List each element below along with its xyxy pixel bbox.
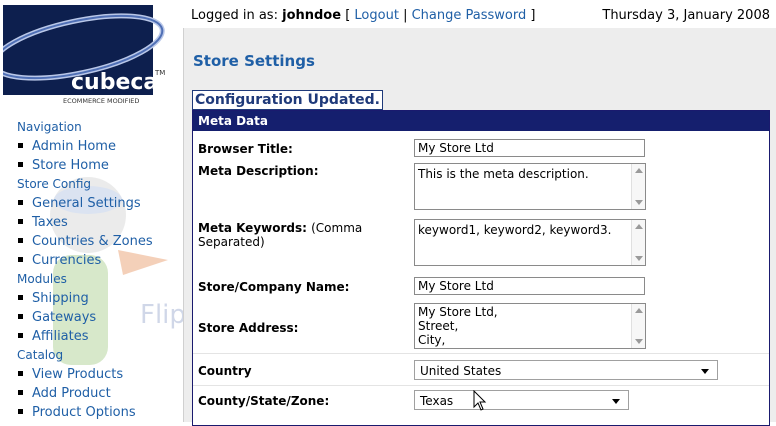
- scrollbar[interactable]: [631, 304, 645, 348]
- sidebar-item-store-home[interactable]: Store Home: [0, 156, 183, 175]
- status-notice: Configuration Updated.: [192, 90, 383, 110]
- meta-keywords-text: keyword1, keyword2, keyword3.: [418, 223, 612, 237]
- bullet-icon: [18, 219, 23, 224]
- username: johndoe: [282, 8, 342, 23]
- logout-link[interactable]: Logout: [354, 8, 399, 23]
- sidebar-item-add-product[interactable]: Add Product: [0, 384, 183, 403]
- meta-description-label: Meta Description:: [198, 164, 319, 178]
- sidebar-item-shipping[interactable]: Shipping: [0, 289, 183, 308]
- county-selected-value: Texas: [420, 394, 454, 408]
- county-label: County/State/Zone:: [198, 394, 330, 408]
- bracket-open: [: [345, 8, 351, 23]
- row-divider: [193, 353, 769, 354]
- bullet-icon: [18, 333, 23, 338]
- sidebar-nav: Navigation Admin Home Store Home Store C…: [0, 118, 183, 422]
- sidebar-item-currencies[interactable]: Currencies: [0, 251, 183, 270]
- nav-heading-modules: Modules: [17, 272, 67, 286]
- logged-in-prefix: Logged in as:: [191, 8, 278, 23]
- current-date: Thursday 3, January 2008: [602, 8, 770, 23]
- bullet-icon: [18, 390, 23, 395]
- store-address-textarea[interactable]: My Store Ltd, Street, City,: [414, 303, 646, 349]
- store-address-text: My Store Ltd, Street, City,: [418, 305, 498, 347]
- sidebar-item-admin-home[interactable]: Admin Home: [0, 137, 183, 156]
- meta-description-textarea[interactable]: This is the meta description.: [414, 163, 646, 210]
- scroll-up-icon[interactable]: [635, 168, 643, 173]
- chevron-down-icon[interactable]: [612, 399, 620, 404]
- nav-heading-catalog: Catalog: [17, 348, 64, 362]
- county-select[interactable]: Texas: [414, 390, 629, 410]
- country-label: Country: [198, 364, 252, 378]
- bullet-icon: [18, 143, 23, 148]
- meta-keywords-label: Meta Keywords: (Comma Separated): [198, 221, 398, 249]
- chevron-down-icon[interactable]: [701, 369, 709, 374]
- bullet-icon: [18, 295, 23, 300]
- meta-description-text: This is the meta description.: [418, 167, 589, 181]
- panel-header: Meta Data: [193, 111, 769, 131]
- meta-keywords-textarea[interactable]: keyword1, keyword2, keyword3.: [414, 219, 646, 266]
- mouse-cursor-icon: [473, 390, 487, 411]
- browser-title-label: Browser Title:: [198, 142, 293, 156]
- country-selected-value: United States: [420, 364, 502, 378]
- scroll-down-icon[interactable]: [635, 339, 643, 344]
- sidebar-item-countries-zones[interactable]: Countries & Zones: [0, 232, 183, 251]
- bullet-icon: [18, 314, 23, 319]
- scrollbar[interactable]: [631, 164, 645, 209]
- login-status: Logged in as: johndoe [ Logout | Change …: [191, 8, 535, 23]
- bullet-icon: [18, 162, 23, 167]
- logo-tagline: ECOMMERCE MODIFIED: [63, 97, 139, 105]
- cubecart-logo[interactable]: cubecart TM ECOMMERCE MODIFIED: [3, 5, 183, 105]
- row-divider: [193, 385, 769, 386]
- sidebar-item-affiliates[interactable]: Affiliates: [0, 327, 183, 346]
- sidebar-item-gateways[interactable]: Gateways: [0, 308, 183, 327]
- sidebar-item-taxes[interactable]: Taxes: [0, 213, 183, 232]
- browser-title-input[interactable]: My Store Ltd: [414, 139, 645, 157]
- page-title: Store Settings: [193, 52, 315, 70]
- sidebar-item-product-options[interactable]: Product Options: [0, 403, 183, 422]
- top-bar: Logged in as: johndoe [ Logout | Change …: [183, 0, 776, 28]
- scrollbar[interactable]: [631, 220, 645, 265]
- main-content: Store Settings Configuration Updated. Me…: [183, 28, 776, 426]
- meta-keywords-label-text: Meta Keywords:: [198, 221, 307, 235]
- scroll-up-icon[interactable]: [635, 224, 643, 229]
- bullet-icon: [18, 257, 23, 262]
- bracket-close: ]: [530, 8, 536, 23]
- separator: |: [403, 8, 408, 23]
- store-address-label: Store Address:: [198, 321, 299, 335]
- bullet-icon: [18, 200, 23, 205]
- bullet-icon: [18, 371, 23, 376]
- meta-data-panel: Meta Data Browser Title: My Store Ltd Me…: [192, 110, 770, 426]
- scroll-down-icon[interactable]: [635, 200, 643, 205]
- sidebar-item-general-settings[interactable]: General Settings: [0, 194, 183, 213]
- sidebar-item-view-products[interactable]: View Products: [0, 365, 183, 384]
- change-password-link[interactable]: Change Password: [412, 8, 527, 23]
- country-select[interactable]: United States: [414, 360, 718, 380]
- store-name-input[interactable]: My Store Ltd: [414, 277, 645, 295]
- scroll-down-icon[interactable]: [635, 256, 643, 261]
- bullet-icon: [18, 238, 23, 243]
- logo-tm: TM: [154, 69, 165, 77]
- nav-heading-navigation: Navigation: [17, 120, 82, 134]
- store-name-label: Store/Company Name:: [198, 280, 350, 294]
- sidebar: cubecart TM ECOMMERCE MODIFIED FlipperHo…: [0, 0, 183, 422]
- scroll-up-icon[interactable]: [635, 308, 643, 313]
- nav-heading-store-config: Store Config: [17, 177, 92, 191]
- bullet-icon: [18, 409, 23, 414]
